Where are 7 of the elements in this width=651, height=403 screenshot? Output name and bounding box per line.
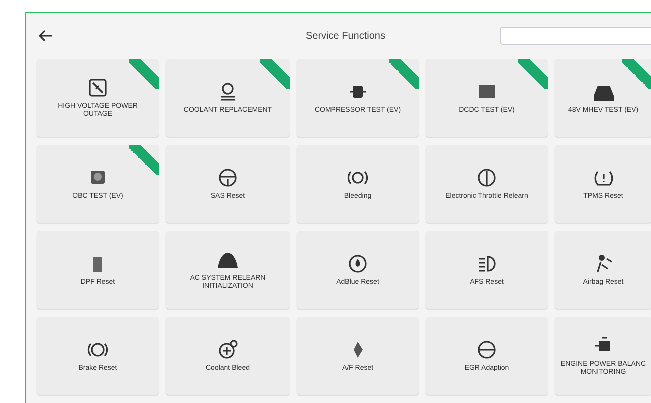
back-arrow-icon	[39, 30, 53, 42]
steering-wheel-icon	[217, 167, 239, 189]
headlight-icon	[476, 253, 498, 275]
fluid-drop-icon	[347, 253, 369, 275]
throttle-icon	[476, 167, 498, 189]
search-field[interactable]	[500, 27, 651, 45]
page-title: Service Functions	[306, 30, 386, 44]
